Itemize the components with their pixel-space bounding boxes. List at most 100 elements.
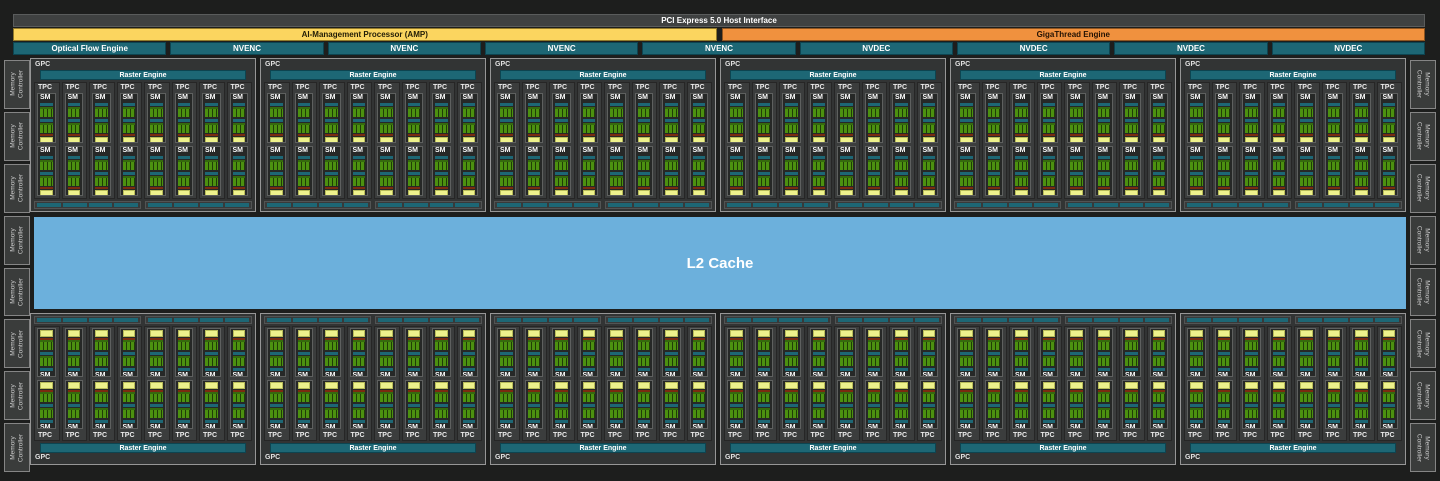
tpc-block: SM SM TPC [226,326,252,441]
raster-engine-bar: Raster Engine [500,70,706,80]
sm-block: SM [864,380,883,429]
memory-controller-label: Memory Controller [1416,122,1431,151]
core-block [352,356,365,366]
core-block [297,107,310,117]
yellow-bar [297,190,310,195]
sm-block: SM [634,93,653,143]
tpc-block: TPC SM SM [751,82,777,199]
sm-block: SM [229,328,248,377]
sm-label: SM [325,424,336,429]
sm-label: SM [177,424,189,429]
sm-block: SM [662,380,681,429]
core-block [352,340,365,350]
teal-bar [1015,119,1028,122]
bus-segment [1298,318,1322,322]
core-block [1042,408,1055,418]
sm-block: SM [119,380,138,429]
sm-label: SM [462,147,474,154]
core-block [407,176,420,186]
teal-bar [122,103,135,106]
divider-strip [1125,134,1138,136]
teal-bar [637,352,650,355]
divider-strip [270,134,283,136]
tpc-label: TPC [755,84,770,91]
core-block [960,408,973,418]
sm-block: SM [1324,93,1343,143]
teal-bar [232,103,245,106]
tpc-block: TPC SM SM [171,82,197,199]
sm-label: SM [122,424,134,429]
teal-bar [555,368,568,371]
sm-block: SM [1149,328,1168,377]
teal-bar [895,172,908,175]
teal-bar [435,404,448,407]
sm-block: SM [1067,328,1086,377]
sm-block: SM [174,380,193,429]
sm-block: SM [294,328,313,377]
core-block [527,123,540,133]
teal-bar [867,156,880,159]
yellow-bar [1152,190,1165,195]
yellow-bar [610,190,623,195]
teal-bar [40,368,53,371]
sm-label: SM [462,372,474,377]
core-block [1327,123,1340,133]
yellow-bar [500,382,513,389]
teal-bar [1327,368,1340,371]
gpc-block: SM SM TPC SM SM TPC SM SM TPC SM SM TPC SM SM TPC SM SM T… [1180,313,1406,465]
core-block [637,340,650,350]
core-block [1152,408,1165,418]
core-block [462,176,475,186]
tpc-label: TPC [1298,432,1312,439]
teal-bar [922,119,935,122]
tpc-block: SM SM TPC [1036,326,1062,441]
teal-bar [407,404,420,407]
tpc-block: TPC SM SM [604,82,630,199]
divider-strip [867,134,880,136]
teal-bar [435,103,448,106]
yellow-bar [665,382,678,389]
tpc-label: TPC [230,432,245,439]
tpc-block: SM SM TPC [89,326,115,441]
divider-strip [637,187,650,189]
core-block [1152,123,1165,133]
sm-label: SM [610,94,621,101]
yellow-bar [1245,330,1258,337]
sm-label: SM [757,147,769,154]
teal-bar [895,404,908,407]
core-block [1382,160,1395,170]
bus-segment [1145,203,1169,207]
yellow-bar [867,190,880,195]
core-block [582,340,595,350]
core-block [1042,160,1055,170]
bus-segment [889,203,914,207]
yellow-bar [665,330,678,337]
yellow-bar [867,382,880,389]
tpc-cluster-bus-row [1184,201,1402,209]
teal-bar [122,404,135,407]
divider-strip [325,134,338,136]
core-block [1355,392,1368,402]
tpc-block: SM SM TPC [1266,326,1292,441]
teal-bar [692,352,705,355]
tpc-block: SM SM TPC [889,326,915,441]
teal-bar [435,352,448,355]
teal-bar [500,103,513,106]
raster-engine-bar: Raster Engine [270,70,476,80]
bus-segment [37,203,61,207]
sm-block: SM [1122,328,1141,377]
tpc-label: TPC [958,84,972,91]
sm-label: SM [665,94,676,101]
sm-block: SM [459,93,478,143]
tpc-label: TPC [1040,84,1055,91]
sm-block: SM [202,328,221,377]
memory-controller-label: Memory Controller [9,277,25,307]
teal-bar [665,368,678,371]
teal-bar [407,352,420,355]
teal-bar [1217,156,1230,159]
yellow-bar [527,190,540,195]
core-block [1015,408,1028,418]
memory-controller-label: Memory Controller [9,122,25,151]
core-block [232,160,245,170]
core-block [610,160,623,170]
